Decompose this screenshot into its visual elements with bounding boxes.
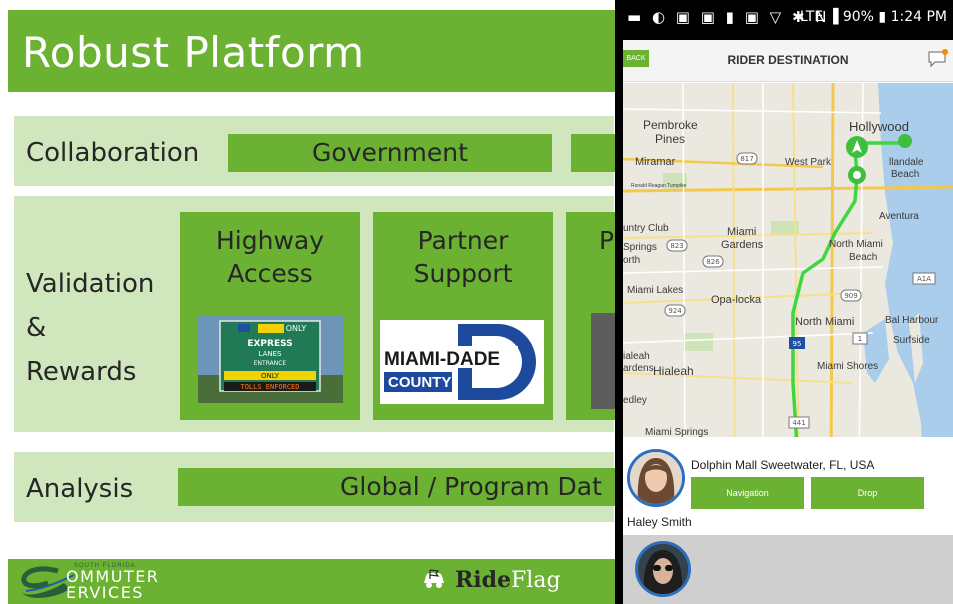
express-lanes-sign-image: ONLY EXPRESS LANES ENTRANCE ONLY TOLLS E…: [198, 315, 343, 403]
map-label-north-miami: North Miami: [795, 316, 854, 328]
map-label-surfside: Surfside: [893, 335, 930, 346]
map-label-aventura: Aventura: [879, 211, 919, 222]
map-label-opa-locka: Opa-locka: [711, 294, 762, 306]
destination-text: Dolphin Mall Sweetwater, FL, USA: [691, 458, 875, 472]
map-label-bal-harbour: Bal Harbour: [885, 315, 939, 326]
status-bar: ▬ ◐ ▣ ▣ ▮ ▣ ▽ ✱ N LTE ▐ 90% ▮ 1:24 PM: [615, 0, 953, 40]
validation-label-line: Validation: [26, 269, 155, 299]
slide-footer: SOUTH FLORIDA OMMUTER ERVICES RideFlag: [8, 559, 618, 604]
next-rider-avatar-photo: [638, 544, 688, 594]
partner-support-title: Partner Support: [373, 224, 553, 290]
map-label-hollywood: Hollywood: [849, 119, 909, 134]
miami-dade-logo: MIAMI-DADE COUNTY: [380, 320, 544, 404]
map-label-miami-gardens-2: Gardens: [721, 239, 764, 251]
government-box: Government: [228, 134, 552, 172]
map-label-pembroke: Pembroke: [643, 118, 698, 132]
map-label-country-club: untry Club: [623, 223, 669, 234]
ride-panel: Dolphin Mall Sweetwater, FL, USA Navigat…: [623, 437, 953, 535]
analysis-row: Analysis Global / Program Dat: [14, 452, 624, 522]
map-label-springs: Springs: [623, 242, 657, 253]
app-title: RIDER DESTINATION: [727, 53, 849, 67]
sign-only-bottom: ONLY: [261, 372, 280, 380]
collaboration-label: Collaboration: [26, 138, 200, 168]
rider-avatar-photo: [630, 452, 682, 504]
validation-label-line: Rewards: [26, 357, 137, 387]
drop-button[interactable]: Drop: [811, 477, 924, 509]
rideflag-flag-text: Flag: [511, 568, 561, 593]
sign-only-top: ONLY: [286, 324, 307, 333]
title-bar: Robust Platform: [8, 10, 618, 92]
map-label-miramar: Miramar: [635, 156, 676, 168]
chat-icon[interactable]: [927, 49, 949, 69]
map-label-west-park: West Park: [785, 157, 832, 168]
shield-823: 823: [670, 242, 683, 250]
miami-dade-text: MIAMI-DADE: [384, 349, 500, 370]
map-label-miami-shores: Miami Shores: [817, 361, 878, 372]
map-label-pines: Pines: [655, 132, 685, 146]
validation-rewards-row: Validation & Rewards Highway Access ONLY…: [14, 196, 631, 432]
map-label-edley: edley: [623, 395, 647, 406]
next-rider-avatar[interactable]: [635, 541, 691, 597]
logo-line-2: ERVICES: [66, 583, 144, 602]
shield-95: 95: [793, 340, 802, 348]
sign-entrance: ENTRANCE: [254, 360, 287, 367]
shield-441: 441: [792, 419, 805, 427]
navigation-button[interactable]: Navigation: [691, 477, 804, 509]
map-label-north-miami-beach-2: Beach: [849, 252, 877, 263]
highway-access-card: Highway Access ONLY EXPRESS LANES ENTRAN…: [180, 212, 360, 420]
map-label-orth: orth: [623, 255, 640, 266]
car-flag-icon: [424, 569, 444, 588]
shield-1: 1: [858, 335, 862, 343]
shield-826: 826: [706, 258, 720, 266]
shield-909: 909: [844, 292, 857, 300]
card-title-line: Support: [413, 259, 513, 288]
app-bar: BACK RIDER DESTINATION: [623, 40, 953, 82]
phone-screenshot: ▬ ◐ ▣ ▣ ▮ ▣ ▽ ✱ N LTE ▐ 90% ▮ 1:24 PM BA…: [615, 0, 953, 604]
global-program-data-box: Global / Program Dat: [178, 468, 624, 506]
county-text: COUNTY: [388, 374, 451, 391]
highway-access-title: Highway Access: [180, 224, 360, 290]
slide-title: Robust Platform: [22, 28, 365, 77]
map-label-hallandale: llandale: [889, 157, 924, 168]
rider-name: Haley Smith: [627, 515, 692, 529]
rider-avatar[interactable]: [627, 449, 685, 507]
rideflag-logo: RideFlag: [420, 567, 561, 597]
map-label-hialeah: Hialeah: [653, 364, 694, 378]
map-label-turnpike: Ronald Reagan Turnpike: [631, 183, 687, 189]
sign-express: EXPRESS: [247, 339, 292, 349]
shield-817: 817: [740, 155, 753, 163]
map-graphic: 817 823 826 909 924 A1A 95 1 441 Pembrok…: [623, 83, 953, 477]
validation-rewards-label: Validation & Rewards: [26, 262, 154, 394]
express-lanes-sign-graphic: ONLY EXPRESS LANES ENTRANCE ONLY TOLLS E…: [198, 315, 343, 403]
commuter-services-logo: SOUTH FLORIDA OMMUTER ERVICES: [18, 563, 188, 602]
route-map[interactable]: 817 823 826 909 924 A1A 95 1 441 Pembrok…: [623, 83, 953, 477]
sign-tolls-enforced: TOLLS ENFORCED: [240, 383, 299, 391]
next-rider-panel: [623, 535, 953, 604]
collaboration-box-2: [571, 134, 621, 172]
sign-lanes: LANES: [259, 350, 283, 358]
map-label-beach: Beach: [891, 169, 919, 180]
analysis-label: Analysis: [26, 474, 134, 504]
partner-support-card: Partner Support MIAMI-DADE COUNTY: [373, 212, 553, 420]
map-label-miami-gardens-1: Miami: [727, 226, 756, 238]
map-label-miami-lakes: Miami Lakes: [627, 285, 683, 296]
shield-924: 924: [668, 307, 682, 315]
shield-a1a: A1A: [917, 275, 931, 283]
validation-label-line: &: [26, 313, 47, 343]
miami-dade-logo-graphic: MIAMI-DADE COUNTY: [380, 320, 544, 404]
card-title-line: Access: [227, 259, 313, 288]
collaboration-row: Collaboration Government: [14, 116, 621, 186]
app-screen: BACK RIDER DESTINATION 817 823 826 909 9…: [623, 40, 953, 604]
map-label-ialeah: ialeah: [623, 351, 650, 362]
card-title-line: Highway: [215, 226, 325, 255]
map-label-north-miami-beach-1: North Miami: [829, 239, 883, 250]
map-label-ardens: ardens: [623, 363, 654, 374]
status-bar-right: LTE ▐ 90% ▮ 1:24 PM: [799, 9, 947, 25]
card-title-line: Partner: [417, 226, 509, 255]
rideflag-ride-text: Ride: [455, 567, 512, 593]
